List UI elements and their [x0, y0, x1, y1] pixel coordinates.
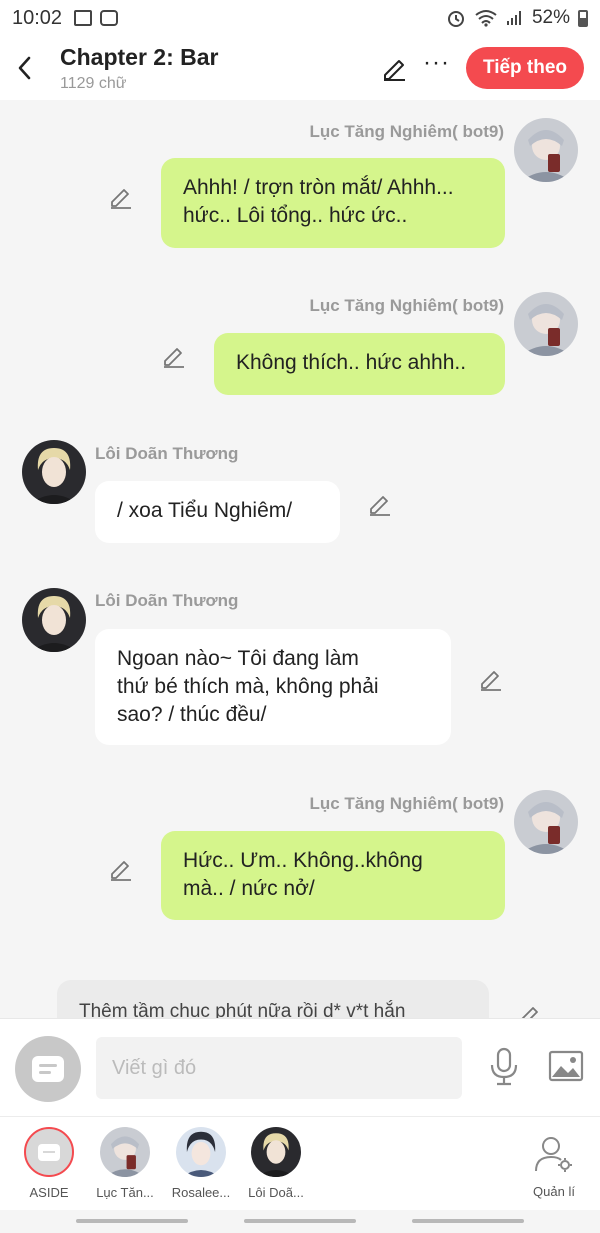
- edit-message-icon[interactable]: [108, 184, 134, 210]
- avatar[interactable]: [22, 588, 86, 652]
- app-notification-icon: [100, 10, 119, 26]
- edit-message-icon[interactable]: [367, 491, 393, 517]
- character-avatar: [251, 1127, 301, 1177]
- character-avatar: [100, 1127, 150, 1177]
- chevron-left-icon: [18, 56, 31, 80]
- compose-bar: [0, 1018, 600, 1116]
- page-title: Chapter 2: Bar: [60, 43, 219, 70]
- system-nav-bar: [0, 1210, 600, 1233]
- manage-label: Quản lí: [533, 1184, 575, 1199]
- character-item[interactable]: Rosalee...: [166, 1127, 236, 1200]
- narration-bubble[interactable]: Thêm tầm chục phút nữa rồi d* v*t hắn: [57, 980, 489, 1018]
- chapter-header: Chapter 2: Bar 1129 chữ ··· Tiếp theo: [0, 36, 600, 100]
- more-options-button[interactable]: ···: [423, 49, 450, 87]
- manage-characters-button[interactable]: Quản lí: [526, 1135, 582, 1199]
- wifi-icon: [475, 10, 497, 27]
- edit-message-icon[interactable]: [478, 666, 504, 692]
- battery-percent: 52%: [531, 7, 570, 28]
- avatar[interactable]: [514, 790, 578, 854]
- sender-name: Lục Tăng Nghiêm( bot9): [309, 296, 504, 315]
- aside-icon: [24, 1127, 74, 1177]
- message-bubble[interactable]: Ngoan nào~ Tôi đang làm thứ bé thích mà,…: [95, 629, 451, 745]
- avatar[interactable]: [514, 292, 578, 356]
- recent-apps-handle[interactable]: [76, 1219, 188, 1223]
- avatar[interactable]: [22, 440, 86, 504]
- pencil-icon: [384, 60, 406, 81]
- sender-name: Lôi Doãn Thương: [95, 591, 239, 610]
- home-handle[interactable]: [244, 1219, 356, 1223]
- character-bar: ASIDE Lục Tăn... Rosalee... Lôi Doã... Q…: [0, 1116, 600, 1210]
- chat-area[interactable]: Lục Tăng Nghiêm( bot9) Ahhh! / trợn tròn…: [0, 100, 600, 1018]
- character-label: Lục Tăn...: [96, 1185, 154, 1200]
- sender-name: Lục Tăng Nghiêm( bot9): [309, 794, 504, 813]
- character-item[interactable]: Lôi Doã...: [241, 1127, 311, 1200]
- gallery-notification-icon: [74, 10, 93, 26]
- character-label: Rosalee...: [171, 1185, 231, 1200]
- character-label: Lôi Doã...: [248, 1185, 304, 1200]
- microphone-icon[interactable]: [488, 1047, 520, 1087]
- edit-title-button[interactable]: [381, 55, 407, 81]
- next-chapter-button[interactable]: Tiếp theo: [466, 47, 584, 89]
- message-bubble[interactable]: / xoa Tiểu Nghiêm/: [95, 481, 340, 543]
- character-label: ASIDE: [29, 1185, 69, 1200]
- avatar[interactable]: [514, 118, 578, 182]
- alarm-icon: [447, 11, 464, 27]
- edit-message-icon[interactable]: [517, 1002, 543, 1018]
- sender-name: Lục Tăng Nghiêm( bot9): [309, 122, 504, 141]
- aside-icon: [32, 1056, 64, 1082]
- character-aside[interactable]: ASIDE: [14, 1127, 84, 1200]
- message-bubble[interactable]: Hức.. Ưm.. Không..không mà.. / nức nở/: [161, 831, 505, 920]
- back-button[interactable]: [2, 46, 46, 90]
- word-count: 1129 chữ: [60, 74, 127, 92]
- message-bubble[interactable]: Ahhh! / trợn tròn mắt/ Ahhh... hức.. Lôi…: [161, 158, 505, 248]
- back-handle[interactable]: [412, 1219, 524, 1223]
- user-settings-icon: [535, 1137, 572, 1172]
- message-input[interactable]: [96, 1037, 462, 1099]
- edit-message-icon[interactable]: [161, 343, 187, 369]
- edit-message-icon[interactable]: [108, 856, 134, 882]
- status-time: 10:02: [12, 6, 63, 29]
- message-bubble[interactable]: Không thích.. hức ahhh..: [214, 333, 505, 395]
- status-bar: 10:02 52%: [0, 0, 600, 36]
- aside-button[interactable]: [15, 1036, 81, 1102]
- image-icon[interactable]: [548, 1050, 584, 1082]
- signal-icon: [506, 11, 521, 25]
- character-item[interactable]: Lục Tăn...: [90, 1127, 160, 1200]
- sender-name: Lôi Doãn Thương: [95, 444, 239, 463]
- character-avatar: [176, 1127, 226, 1177]
- battery-icon: [578, 9, 588, 27]
